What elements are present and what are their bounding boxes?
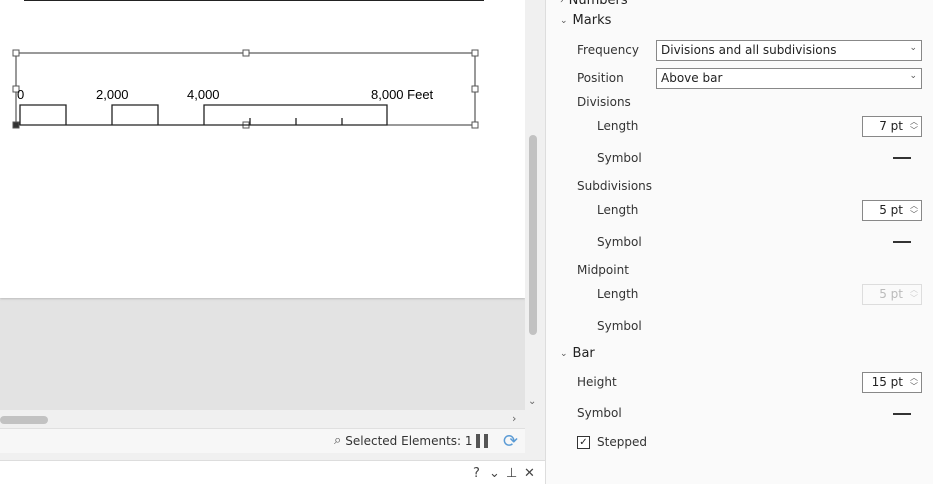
divisions-length-label: Length: [597, 119, 639, 133]
dock-pane-header: ? ⌄ ⊥ ✕: [0, 460, 545, 484]
close-icon[interactable]: ✕: [524, 466, 535, 481]
bar-height-label: Height: [577, 375, 617, 389]
bar-height-input[interactable]: 15 pt ︿ ﹀: [862, 372, 922, 393]
chevron-right-icon: ›: [560, 0, 564, 6]
selection-handle: [471, 121, 479, 129]
status-bar: ⌕ Selected Elements: 1 ⟳: [0, 428, 525, 453]
anchor-handle: [12, 121, 20, 129]
subdivisions-length-label: Length: [597, 203, 639, 217]
selection-handle: [12, 49, 20, 57]
subdivisions-symbol-label: Symbol: [597, 235, 642, 249]
scale-label: 0: [17, 87, 24, 102]
layout-page: 0 2,000 4,000 8,000 Feet: [0, 0, 525, 298]
scroll-thumb[interactable]: [0, 416, 48, 424]
layout-canvas[interactable]: 0 2,000 4,000 8,000 Feet: [0, 0, 525, 410]
subdivisions-symbol-swatch[interactable]: [893, 241, 911, 243]
options-chevron-icon[interactable]: ⌄: [489, 466, 500, 481]
section-marks[interactable]: ⌄ Marks: [560, 13, 611, 28]
format-pane: › Numbers ⌄ Marks Frequency Divisions and …: [545, 0, 933, 484]
selection-handle: [471, 49, 479, 57]
chevron-down-icon: ⌄: [909, 43, 917, 53]
horizontal-scrollbar[interactable]: ›: [0, 410, 525, 428]
spinner-arrows-icon[interactable]: ︿ ﹀: [910, 373, 918, 391]
frequency-label: Frequency: [577, 43, 639, 57]
divisions-length-input[interactable]: 7 pt ︿ ﹀: [862, 116, 922, 137]
vertical-scrollbar[interactable]: ⌄: [525, 0, 541, 410]
bar-symbol-swatch[interactable]: [893, 413, 911, 415]
divisions-symbol-swatch[interactable]: [893, 157, 911, 159]
spinner-arrows-icon[interactable]: ︿ ﹀: [910, 201, 918, 219]
subdivisions-length-input[interactable]: 5 pt ︿ ﹀: [862, 200, 922, 221]
chevron-down-icon: ⌄: [560, 348, 568, 359]
spinner-arrows-icon[interactable]: ︿ ﹀: [910, 117, 918, 135]
zoom-to-selection-icon[interactable]: ⌕: [334, 433, 341, 448]
help-icon[interactable]: ?: [473, 466, 480, 481]
stepped-checkbox[interactable]: ✓: [577, 436, 590, 449]
scale-bar[interactable]: 0 2,000 4,000 8,000 Feet: [0, 0, 525, 140]
stepped-label: Stepped: [597, 435, 647, 449]
section-numbers[interactable]: › Numbers: [560, 0, 628, 8]
scroll-thumb[interactable]: [529, 135, 537, 335]
midpoint-symbol-label: Symbol: [597, 319, 642, 333]
frequency-select[interactable]: Divisions and all subdivisions ⌄: [656, 40, 922, 61]
position-select[interactable]: Above bar ⌄: [656, 68, 922, 89]
layout-view: 0 2,000 4,000 8,000 Feet ⌄ › ⌕ Selected E…: [0, 0, 545, 484]
subdivisions-heading: Subdivisions: [577, 179, 653, 193]
subdivision-marks: [249, 118, 343, 125]
position-label: Position: [577, 71, 624, 85]
chevron-down-icon: ⌄: [909, 71, 917, 81]
divisions-symbol-label: Symbol: [597, 151, 642, 165]
chevron-down-icon: ⌄: [560, 15, 568, 26]
pause-drawing-button[interactable]: [476, 434, 488, 448]
bar-symbol-label: Symbol: [577, 406, 622, 420]
midpoint-length-input: 5 pt ︿ ﹀: [862, 284, 922, 305]
scale-label: 2,000: [96, 87, 129, 102]
scale-label: 4,000: [187, 87, 220, 102]
selection-handle: [242, 49, 250, 57]
pin-icon[interactable]: ⊥: [506, 466, 517, 481]
divisions-heading: Divisions: [577, 95, 631, 109]
scale-label: 8,000 Feet: [371, 87, 434, 102]
selection-handle: [471, 85, 479, 93]
chevron-right-icon[interactable]: ›: [512, 412, 516, 425]
midpoint-heading: Midpoint: [577, 263, 629, 277]
chevron-down-icon[interactable]: ⌄: [528, 396, 536, 407]
spinner-arrows-icon: ︿ ﹀: [910, 285, 918, 303]
selected-elements-count: Selected Elements: 1: [345, 433, 473, 448]
section-bar[interactable]: ⌄ Bar: [560, 346, 595, 361]
midpoint-length-label: Length: [597, 287, 639, 301]
scale-bar-steps: [19, 104, 388, 126]
refresh-icon[interactable]: ⟳: [503, 431, 518, 452]
